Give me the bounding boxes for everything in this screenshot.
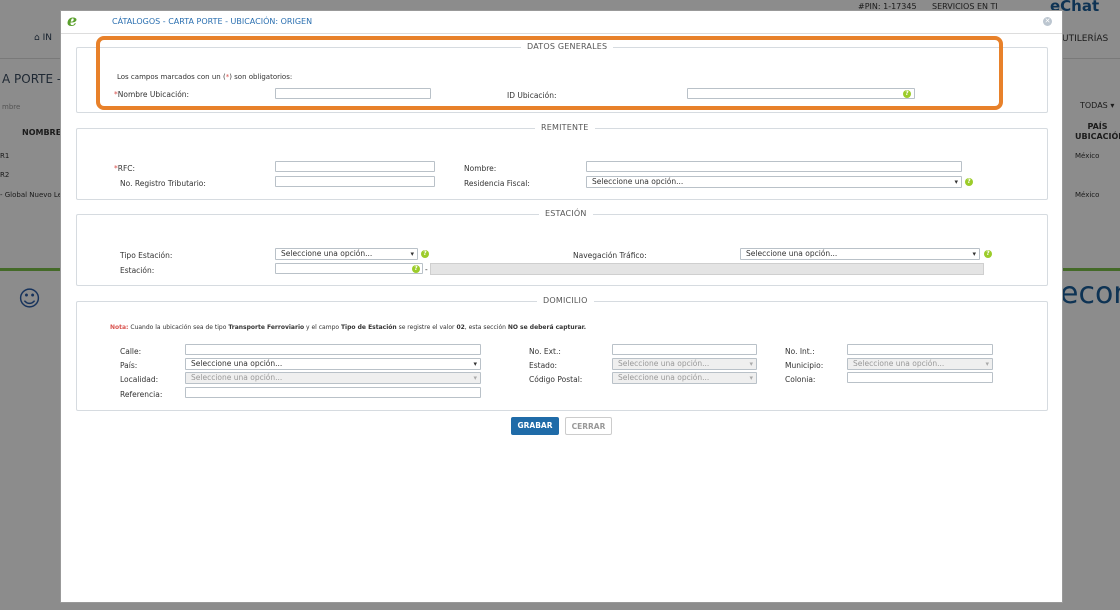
- chevron-down-icon: ▾: [473, 360, 477, 368]
- navegacion-trafico-label: Navegación Tráfico:: [573, 251, 647, 260]
- estado-select[interactable]: Seleccione una opción... ▾: [612, 358, 757, 370]
- referencia-label: Referencia:: [120, 390, 163, 399]
- registro-tributario-label: No. Registro Tributario:: [120, 179, 206, 188]
- chevron-down-icon: ▾: [972, 250, 976, 258]
- codigo-postal-label: Código Postal:: [529, 375, 583, 384]
- municipio-label: Municipio:: [785, 361, 824, 370]
- chevron-down-icon: ▾: [954, 178, 958, 186]
- estacion-description-field: [430, 263, 984, 275]
- estacion-section: ESTACIÓN Tipo Estación: Seleccione una o…: [76, 209, 1048, 286]
- nombre-label: Nombre:: [464, 164, 497, 173]
- rfc-label: *RFC:: [114, 164, 136, 173]
- section-legend: DOMICILIO: [537, 296, 594, 305]
- calle-input[interactable]: [185, 344, 481, 355]
- grabar-button[interactable]: GRABAR: [511, 417, 559, 435]
- select-value: Seleccione una opción...: [191, 359, 283, 368]
- close-icon[interactable]: ✕: [1043, 17, 1052, 26]
- estado-label: Estado:: [529, 361, 558, 370]
- select-value: Seleccione una opción...: [618, 359, 710, 368]
- no-int-label: No. Int.:: [785, 347, 815, 356]
- help-icon[interactable]: ?: [965, 178, 973, 186]
- navegacion-trafico-select[interactable]: Seleccione una opción... ▾: [740, 248, 980, 260]
- localidad-select[interactable]: Seleccione una opción... ▾: [185, 372, 481, 384]
- highlight-box: [96, 36, 1003, 110]
- domicilio-section: DOMICILIO Nota: Cuando la ubicación sea …: [76, 296, 1048, 411]
- residencia-fiscal-label: Residencia Fiscal:: [464, 179, 530, 188]
- rfc-input[interactable]: [275, 161, 435, 172]
- select-value: Seleccione una opción...: [853, 359, 945, 368]
- pais-select[interactable]: Seleccione una opción... ▾: [185, 358, 481, 370]
- help-icon[interactable]: ?: [984, 250, 992, 258]
- no-ext-label: No. Ext.:: [529, 347, 561, 356]
- remitente-section: REMITENTE *RFC: Nombre: No. Registro Tri…: [76, 123, 1048, 200]
- localidad-label: Localidad:: [120, 375, 159, 384]
- select-value: Seleccione una opción...: [746, 249, 838, 258]
- pais-label: País:: [120, 361, 138, 370]
- residencia-fiscal-select[interactable]: Seleccione una opción... ▾: [586, 176, 962, 188]
- calle-label: Calle:: [120, 347, 142, 356]
- help-icon[interactable]: ?: [412, 265, 420, 273]
- domicilio-note: Nota: Cuando la ubicación sea de tipo Tr…: [110, 324, 587, 331]
- modal-header: e CÁTALOGOS - CARTA PORTE - UBICACIÓN: O…: [61, 11, 1062, 34]
- cerrar-button[interactable]: CERRAR: [565, 417, 612, 435]
- chevron-down-icon: ▾: [985, 360, 989, 368]
- help-icon[interactable]: ?: [421, 250, 429, 258]
- chevron-down-icon: ▾: [473, 374, 477, 382]
- no-ext-input[interactable]: [612, 344, 757, 355]
- chevron-down-icon: ▾: [410, 250, 414, 258]
- estacion-input[interactable]: [275, 263, 423, 274]
- select-value: Seleccione una opción...: [281, 249, 373, 258]
- colonia-label: Colonia:: [785, 375, 816, 384]
- dash-separator: -: [425, 265, 428, 274]
- codigo-postal-select[interactable]: Seleccione una opción... ▾: [612, 372, 757, 384]
- tipo-estacion-label: Tipo Estación:: [120, 251, 173, 260]
- estacion-label: Estación:: [120, 266, 155, 275]
- app-logo-icon: e: [67, 11, 78, 30]
- modal-title: CÁTALOGOS - CARTA PORTE - UBICACIÓN: ORI…: [112, 17, 313, 26]
- select-value: Seleccione una opción...: [592, 177, 684, 186]
- section-legend: REMITENTE: [535, 123, 595, 132]
- tipo-estacion-select[interactable]: Seleccione una opción... ▾: [275, 248, 418, 260]
- municipio-select[interactable]: Seleccione una opción... ▾: [847, 358, 993, 370]
- select-value: Seleccione una opción...: [618, 373, 710, 382]
- no-int-input[interactable]: [847, 344, 993, 355]
- chevron-down-icon: ▾: [749, 374, 753, 382]
- referencia-input[interactable]: [185, 387, 481, 398]
- select-value: Seleccione una opción...: [191, 373, 283, 382]
- chevron-down-icon: ▾: [749, 360, 753, 368]
- colonia-input[interactable]: [847, 372, 993, 383]
- section-legend: ESTACIÓN: [539, 209, 593, 218]
- registro-tributario-input[interactable]: [275, 176, 435, 187]
- nombre-input[interactable]: [586, 161, 962, 172]
